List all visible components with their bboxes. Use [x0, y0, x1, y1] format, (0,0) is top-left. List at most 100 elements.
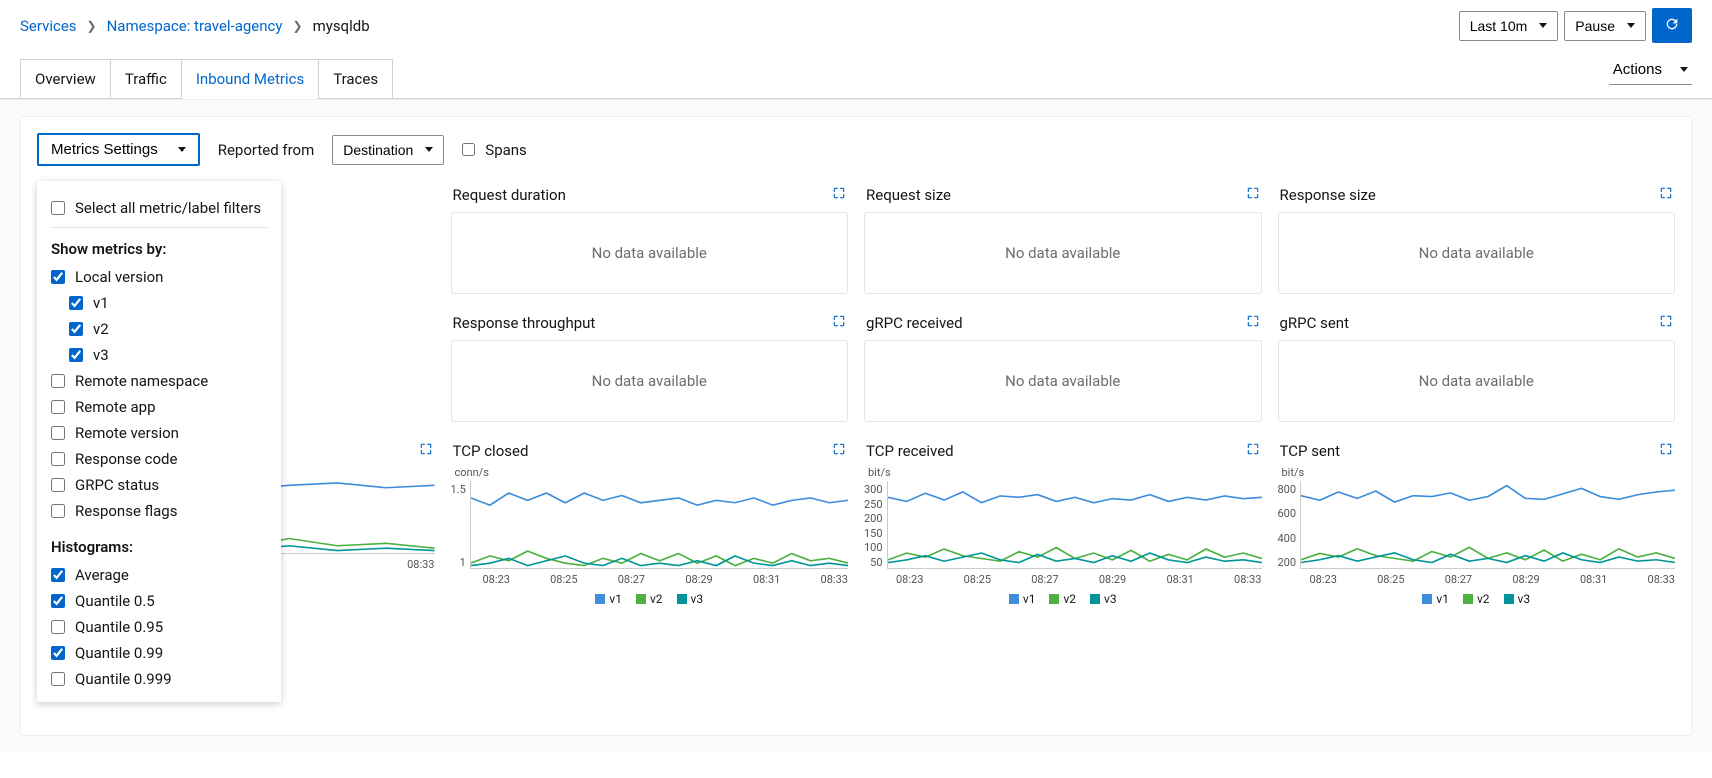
response-flags-row[interactable]: Response flags: [51, 498, 267, 524]
select-all-row[interactable]: Select all metric/label filters: [51, 195, 267, 221]
legend-item-v1[interactable]: v1: [1009, 592, 1036, 606]
local-version-checkbox[interactable]: [51, 270, 65, 284]
y-unit: conn/s: [451, 466, 849, 479]
legend-item-v2[interactable]: v2: [1049, 592, 1076, 606]
remote-namespace-checkbox[interactable]: [51, 374, 65, 388]
reported-from-dropdown[interactable]: Destination: [332, 135, 444, 165]
legend-item-v3[interactable]: v3: [1504, 592, 1531, 606]
divider: [51, 227, 267, 228]
q095-row[interactable]: Quantile 0.95: [51, 614, 267, 640]
expand-icon[interactable]: [832, 314, 846, 332]
no-data: No data available: [451, 340, 849, 422]
breadcrumb: Services ❯ Namespace: travel-agency ❯ my…: [20, 17, 370, 35]
response-code-checkbox[interactable]: [51, 452, 65, 466]
expand-icon[interactable]: [1659, 314, 1673, 332]
breadcrumb-services[interactable]: Services: [20, 17, 77, 35]
remote-app-row[interactable]: Remote app: [51, 394, 267, 420]
legend-item-v1[interactable]: v1: [595, 592, 622, 606]
response-flags-checkbox[interactable]: [51, 504, 65, 518]
grpc-status-row[interactable]: GRPC status: [51, 472, 267, 498]
no-data: No data available: [864, 340, 1262, 422]
expand-icon[interactable]: [1659, 186, 1673, 204]
y-axis: 30025020015010050: [864, 481, 883, 569]
actions-dropdown[interactable]: Actions: [1609, 55, 1692, 85]
chart-grpc-sent: gRPC sent No data available: [1278, 310, 1676, 422]
remote-app-checkbox[interactable]: [51, 400, 65, 414]
metrics-settings-popup: Select all metric/label filters Show met…: [37, 181, 281, 702]
expand-icon[interactable]: [832, 442, 846, 460]
legend-item-v2[interactable]: v2: [1463, 592, 1490, 606]
average-checkbox[interactable]: [51, 568, 65, 582]
no-data: No data available: [864, 212, 1262, 294]
chart-response-size: Response size No data available: [1278, 182, 1676, 294]
tab-overview[interactable]: Overview: [20, 59, 111, 98]
pause-dropdown[interactable]: Pause: [1564, 11, 1646, 41]
response-code-row[interactable]: Response code: [51, 446, 267, 472]
remote-namespace-row[interactable]: Remote namespace: [51, 368, 267, 394]
tab-traces[interactable]: Traces: [318, 59, 393, 98]
v3-row[interactable]: v3: [51, 342, 267, 368]
expand-icon[interactable]: [1246, 314, 1260, 332]
tabs: Overview Traffic Inbound Metrics Traces: [0, 59, 1712, 99]
q0999-row[interactable]: Quantile 0.999: [51, 666, 267, 692]
chart-tcp-received: TCP receivedbit/s3002502001501005008:230…: [864, 438, 1262, 606]
reported-from-label: Reported from: [218, 141, 315, 159]
chart-response-throughput: Response throughput No data available: [451, 310, 849, 422]
spans-checkbox-row[interactable]: Spans: [462, 141, 527, 159]
v3-checkbox[interactable]: [69, 348, 83, 362]
q05-row[interactable]: Quantile 0.5: [51, 588, 267, 614]
refresh-icon: [1664, 20, 1680, 35]
chart-tcp-sent: TCP sentbit/s80060040020008:2308:2508:27…: [1278, 438, 1676, 606]
expand-icon[interactable]: [1659, 442, 1673, 460]
select-all-checkbox[interactable]: [51, 201, 65, 215]
v1-checkbox[interactable]: [69, 296, 83, 310]
grpc-status-checkbox[interactable]: [51, 478, 65, 492]
no-data: No data available: [451, 212, 849, 294]
plot-area: [887, 481, 1262, 569]
legend-item-v1[interactable]: v1: [1422, 592, 1449, 606]
caret-down-icon: [178, 147, 186, 152]
spans-label: Spans: [485, 141, 527, 159]
expand-icon[interactable]: [1246, 186, 1260, 204]
v1-row[interactable]: v1: [51, 290, 267, 316]
legend-item-v3[interactable]: v3: [677, 592, 704, 606]
expand-icon[interactable]: [832, 186, 846, 204]
tab-traffic[interactable]: Traffic: [110, 59, 182, 98]
time-range-dropdown[interactable]: Last 10m: [1459, 11, 1559, 41]
expand-icon[interactable]: [419, 442, 433, 460]
caret-down-icon: [1539, 23, 1547, 28]
remote-version-checkbox[interactable]: [51, 426, 65, 440]
spans-checkbox[interactable]: [462, 143, 475, 156]
caret-down-icon: [1680, 67, 1688, 72]
q0999-checkbox[interactable]: [51, 672, 65, 686]
y-axis: 800600400200: [1278, 481, 1297, 569]
refresh-button[interactable]: [1652, 8, 1692, 43]
actions-label: Actions: [1613, 61, 1662, 78]
tab-inbound-metrics[interactable]: Inbound Metrics: [181, 59, 319, 98]
chevron-right-icon: ❯: [293, 19, 303, 33]
plot-area: [470, 481, 848, 569]
no-data: No data available: [1278, 340, 1676, 422]
local-version-row[interactable]: Local version: [51, 264, 267, 290]
legend: v1 v2 v3: [1278, 592, 1676, 606]
legend-item-v2[interactable]: v2: [636, 592, 663, 606]
average-row[interactable]: Average: [51, 562, 267, 588]
legend-item-v3[interactable]: v3: [1090, 592, 1117, 606]
metrics-settings-button[interactable]: Metrics Settings: [37, 133, 200, 166]
chart-title: Request size: [866, 186, 951, 204]
q05-checkbox[interactable]: [51, 594, 65, 608]
chart-title: Request duration: [453, 186, 566, 204]
q099-row[interactable]: Quantile 0.99: [51, 640, 267, 666]
q099-checkbox[interactable]: [51, 646, 65, 660]
v2-row[interactable]: v2: [51, 316, 267, 342]
chart-title: Response size: [1280, 186, 1376, 204]
expand-icon[interactable]: [1246, 442, 1260, 460]
legend: v1 v2 v3: [451, 592, 849, 606]
v2-checkbox[interactable]: [69, 322, 83, 336]
breadcrumb-namespace[interactable]: Namespace: travel-agency: [107, 17, 283, 35]
q095-checkbox[interactable]: [51, 620, 65, 634]
chart-title: gRPC sent: [1280, 314, 1350, 332]
remote-version-row[interactable]: Remote version: [51, 420, 267, 446]
chart-title: TCP sent: [1278, 438, 1676, 466]
x-axis: 08:2308:2508:2708:2908:3108:33: [864, 573, 1262, 586]
